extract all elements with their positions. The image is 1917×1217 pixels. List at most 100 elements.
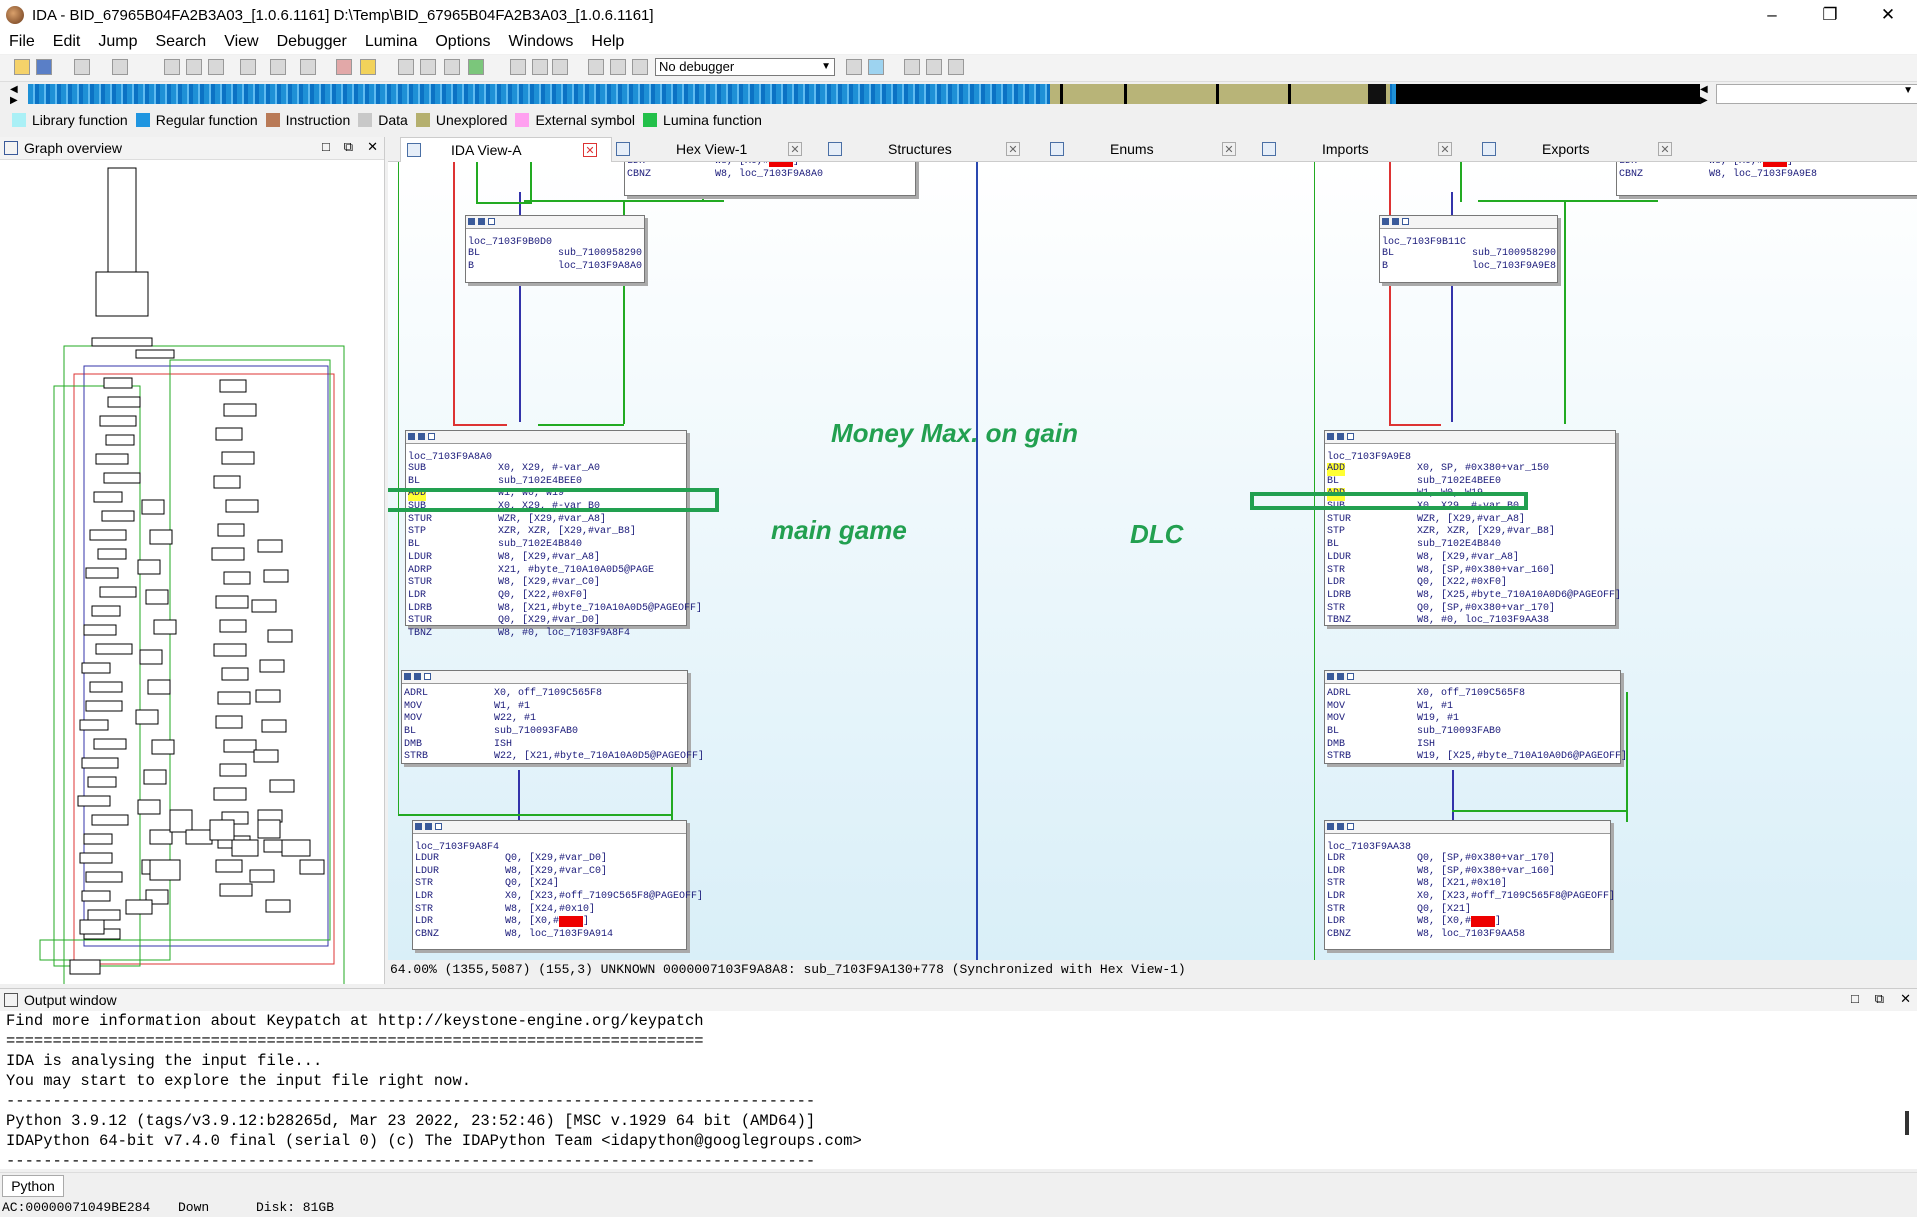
instruction-line[interactable]: STP XZR, XZR, [X29,#var_B8] <box>406 526 686 539</box>
instruction-line[interactable]: LDUR W8, [X29,#var_C0] <box>413 866 686 879</box>
instruction-line[interactable]: LDR W8, [SP,#0x380+var_160] <box>1325 866 1610 879</box>
stop-icon[interactable] <box>632 59 648 75</box>
debugger-select[interactable]: No debugger ▼ <box>655 58 835 76</box>
instruction-line[interactable]: SUB X0, X29, #-var_A0 <box>406 463 686 476</box>
binary-search-icon[interactable] <box>208 59 224 75</box>
instruction-line[interactable]: MOV W1, #1 <box>1325 701 1620 714</box>
instruction-line[interactable]: BL sub_7100958290 <box>466 248 644 261</box>
instruction-line[interactable]: LDR W8, [X0,#0x00] <box>625 162 915 169</box>
instruction-line[interactable]: LDR W8, [X0,#0x00] <box>413 916 686 929</box>
settings-icon[interactable] <box>510 59 526 75</box>
instruction-line[interactable]: DMB ISH <box>1325 739 1620 752</box>
close-icon[interactable]: ✕ <box>367 139 378 155</box>
menu-edit[interactable]: Edit <box>44 33 90 51</box>
code-block-loc_7103F9B11C[interactable]: loc_7103F9B11C BL sub_7100958290 Bloc_7103F… <box>1379 215 1558 283</box>
close-tab-icon[interactable]: ✕ <box>583 143 597 157</box>
forward-icon[interactable] <box>112 59 128 75</box>
attach-icon[interactable] <box>846 59 862 75</box>
instruction-line[interactable]: ADD X0, SP, #0x380+var_150 <box>1325 463 1615 476</box>
instruction-line[interactable]: CBNZ W8, loc_7103F9A9E8 <box>1617 169 1917 182</box>
minimize-button[interactable]: – <box>1743 0 1801 30</box>
code-block-left-top[interactable]: LDR W8, [X0,#0x00] CBNZ W8, loc_7103F9A8A0 <box>624 162 916 196</box>
tab-structures[interactable]: Structures ✕ <box>822 137 1034 161</box>
instruction-line[interactable]: BL sub_7102E4BEE0 <box>1325 476 1615 489</box>
code-block-loc_7103F9A9E8[interactable]: loc_7103F9A9E8 ADD X0, SP, #0x380+var_150 B… <box>1324 430 1621 628</box>
instruction-line[interactable]: STR W8, [X21,#0x10] <box>1325 878 1610 891</box>
instruction-line[interactable]: TBNZ W8, #0, loc_7103F9A8F4 <box>406 628 686 641</box>
close-tab-icon[interactable]: ✕ <box>1006 142 1020 156</box>
calc-icon[interactable] <box>532 59 548 75</box>
code-block-loc_7103F9A8A0[interactable]: loc_7103F9A8A0 SUB X0, X29, #-var_A0 BL sub_… <box>405 430 702 639</box>
close-tab-icon[interactable]: ✕ <box>1222 142 1236 156</box>
instruction-line[interactable]: STUR WZR, [X29,#var_A8] <box>406 514 686 527</box>
instruction-line[interactable]: STUR W8, [X29,#var_C0] <box>406 577 686 590</box>
tab-imports[interactable]: Imports ✕ <box>1256 137 1466 161</box>
paste-icon[interactable] <box>186 59 202 75</box>
block-label[interactable]: loc_7103F9A8F4 <box>413 840 686 853</box>
restore-icon[interactable]: □ <box>322 139 330 155</box>
python-button[interactable]: Python <box>2 1175 64 1197</box>
instruction-line[interactable]: LDRB W8, [X25,#byte_710A10A0D6@PAGEOFF] <box>1325 590 1621 603</box>
restore-icon[interactable]: □ <box>1851 991 1859 1007</box>
instruction-line[interactable]: LDUR W8, [X29,#var_A8] <box>406 552 686 565</box>
tab-hex-view-1[interactable]: Hex View-1 ✕ <box>610 137 816 161</box>
pause-icon[interactable] <box>610 59 626 75</box>
instruction-line[interactable]: LDRB W8, [X21,#byte_710A10A0D5@PAGEOFF] <box>406 603 702 616</box>
instruction-line[interactable]: BL sub_7102E4B840 <box>1325 539 1615 552</box>
play-icon[interactable] <box>588 59 604 75</box>
instruction-line[interactable]: STRB W19, [X25,#byte_710A10A0D6@PAGEOFF] <box>1325 751 1627 764</box>
maximize-button[interactable]: ❐ <box>1801 0 1859 30</box>
tab-enums[interactable]: Enums ✕ <box>1044 137 1250 161</box>
instruction-line[interactable]: STR Q0, [X24] <box>413 878 686 891</box>
instruction-line[interactable]: STR W8, [X24,#0x10] <box>413 904 686 917</box>
step-icon[interactable] <box>926 59 942 75</box>
back-icon[interactable] <box>74 59 90 75</box>
struct-icon[interactable] <box>444 59 460 75</box>
tab-ida-view-a[interactable]: IDA View-A ✕ <box>400 137 612 162</box>
close-window-button[interactable]: ✕ <box>1859 0 1917 30</box>
instruction-line[interactable]: CBNZ W8, loc_7103F9A8A0 <box>625 169 915 182</box>
instruction-line[interactable]: MOV W1, #1 <box>402 701 687 714</box>
close-tab-icon[interactable]: ✕ <box>1658 142 1672 156</box>
open-file-icon[interactable] <box>14 59 30 75</box>
instruction-line[interactable]: BL sub_710093FAB0 <box>402 726 687 739</box>
instruction-line[interactable]: STUR Q0, [X29,#var_D0] <box>406 615 686 628</box>
instruction-line[interactable]: BL sub_7102E4B840 <box>406 539 686 552</box>
float-icon[interactable]: ⧉ <box>344 139 353 155</box>
add-icon[interactable] <box>468 59 484 75</box>
menu-view[interactable]: View <box>215 33 267 51</box>
graph-view-icon[interactable] <box>336 59 352 75</box>
navigation-strip[interactable] <box>28 84 1700 104</box>
instruction-line[interactable]: LDR X0, [X23,#off_7109C565F8@PAGEOFF] <box>1325 891 1615 904</box>
instruction-line[interactable]: ADRL X0, off_7109C565F8 <box>1325 688 1620 701</box>
lumina-icon[interactable] <box>360 59 376 75</box>
block-label[interactable]: loc_7103F9B11C <box>1380 235 1557 248</box>
instruction-line[interactable]: STUR WZR, [X29,#var_A8] <box>1325 514 1615 527</box>
trace-icon[interactable] <box>948 59 964 75</box>
menu-debugger[interactable]: Debugger <box>268 33 356 51</box>
copy-icon[interactable] <box>164 59 180 75</box>
block-label[interactable]: loc_7103F9B0D0 <box>466 235 644 248</box>
instruction-line[interactable]: TBNZ W8, #0, loc_7103F9AA38 <box>1325 615 1615 628</box>
code-block-right-adrl[interactable]: ADRL X0, off_7109C565F8 MOV W1, #1 MOV W19, #… <box>1324 670 1627 764</box>
nav-dropdown[interactable]: ▼ <box>1716 84 1917 104</box>
menu-windows[interactable]: Windows <box>499 33 582 51</box>
instruction-line[interactable]: MOV W19, #1 <box>1325 713 1620 726</box>
graph-overview-panel[interactable]: Graph overview □ ⧉ ✕ <box>0 137 385 987</box>
instruction-line[interactable]: BL sub_710093FAB0 <box>1325 726 1620 739</box>
instruction-line[interactable]: LDR W8, [X0,#0x00] <box>1617 162 1917 169</box>
code-block-right-top[interactable]: LDR W8, [X0,#0x00] CBNZ W8, loc_7103F9A9E8 <box>1616 162 1917 196</box>
refresh-icon[interactable] <box>868 59 884 75</box>
instruction-line[interactable]: STR W8, [SP,#0x380+var_160] <box>1325 565 1615 578</box>
menu-file[interactable]: File <box>0 33 44 51</box>
close-icon[interactable]: ✕ <box>1900 991 1911 1007</box>
instruction-line[interactable]: ADRL X0, off_7109C565F8 <box>402 688 687 701</box>
code-block-loc_7103F9B0D0[interactable]: loc_7103F9B0D0 BL sub_7100958290 Bloc_7103F… <box>465 215 645 283</box>
instruction-line[interactable]: LDR X0, [X23,#off_7109C565F8@PAGEOFF] <box>413 891 703 904</box>
instruction-line[interactable]: LDUR W8, [X29,#var_A8] <box>1325 552 1615 565</box>
code-block-left-adrl[interactable]: ADRL X0, off_7109C565F8 MOV W1, #1 MOV W22, #… <box>401 670 704 764</box>
instruction-line[interactable]: LDUR Q0, [X29,#var_D0] <box>413 853 686 866</box>
menu-search[interactable]: Search <box>146 33 215 51</box>
code-block-loc_7103F9A8F4[interactable]: loc_7103F9A8F4 LDUR Q0, [X29,#var_D0] LDUR W… <box>412 820 703 950</box>
instruction-line[interactable]: STR Q0, [X21] <box>1325 904 1610 917</box>
